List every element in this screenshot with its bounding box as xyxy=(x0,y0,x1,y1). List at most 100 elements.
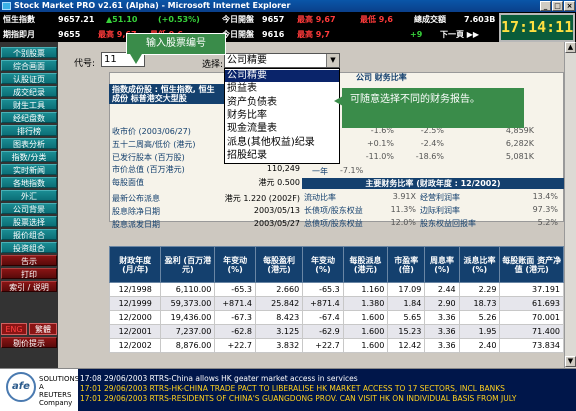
sidebar-item[interactable]: 各地指数 xyxy=(1,177,57,188)
sidebar-item[interactable]: 投资组合 xyxy=(1,242,57,253)
dropdown-option[interactable]: 资产负债表 xyxy=(225,97,339,109)
ratio-label: 长债项/股东权益 xyxy=(304,206,363,215)
sidebar-item[interactable]: 股票选择 xyxy=(1,216,57,227)
table-cell: 3.832 xyxy=(254,338,304,353)
table-header-cell: 周息率 (%) xyxy=(424,246,460,283)
vertical-scrollbar[interactable]: ▲ ▼ xyxy=(564,42,576,368)
sidebar-item[interactable]: 经纪盘数 xyxy=(1,112,57,123)
next-page-button[interactable]: 下一頁 ▶▶ xyxy=(440,27,479,42)
hsi-label: 恒生指數 xyxy=(3,15,35,24)
callout-select-report: 可随意选择不同的财务报告。 xyxy=(342,88,524,128)
chevron-down-icon[interactable]: ▼ xyxy=(326,54,339,67)
sidebar-item[interactable]: 指数/分类 xyxy=(1,151,57,162)
lang-tc-button[interactable]: 繁體 xyxy=(29,323,57,335)
sidebar-item[interactable]: 图表分析 xyxy=(1,138,57,149)
sidebar-item[interactable]: 告示 xyxy=(1,255,57,266)
table-cell: 12/2000 xyxy=(108,310,162,325)
table-cell: 3.36 xyxy=(424,310,460,325)
futures-change: +9 xyxy=(410,30,423,39)
dropdown-option[interactable]: 损益表 xyxy=(225,83,339,95)
table-header-cell: 每股账面 资产净值 (港元) xyxy=(499,246,564,283)
window-title: Stock Market PRO v2.61 (Alpha) - Microso… xyxy=(14,1,291,10)
sidebar-item[interactable]: 报价组合 xyxy=(1,229,57,240)
sidebar-item[interactable]: 成交纪录 xyxy=(1,86,57,97)
news-headline[interactable]: 17:01 29/06/2003 RTRS-RESIDENTS OF CHINA… xyxy=(80,394,576,404)
sidebar-item[interactable]: 实时新闻 xyxy=(1,164,57,175)
table-cell: 73.834 xyxy=(499,338,564,353)
range-value: -11.0% xyxy=(365,152,394,161)
report-select[interactable]: 公司精要 ▼ xyxy=(224,53,340,68)
maximize-button[interactable]: □ xyxy=(552,1,563,11)
dropdown-option[interactable]: 派息(其他权益)纪录 xyxy=(225,137,339,149)
table-cell: -62.8 xyxy=(214,324,256,339)
ratio-label: 股东权益回报率 xyxy=(420,219,476,228)
sidebar-item[interactable]: 认股证页 xyxy=(1,73,57,84)
sidebar-item[interactable]: 公司背景 xyxy=(1,203,57,214)
price-alert-button[interactable]: 剔价提示 xyxy=(1,337,57,348)
table-cell: 25.842 xyxy=(254,296,304,311)
low-value: 最低 9,6 xyxy=(360,15,393,24)
sidebar-item[interactable]: 排行榜 xyxy=(1,125,57,136)
scroll-down-icon[interactable]: ▼ xyxy=(565,356,576,367)
table-cell: 1.84 xyxy=(387,296,426,311)
table-cell: 17.09 xyxy=(387,282,426,297)
high-value: 最高 9,67 xyxy=(297,15,336,24)
table-row: 12/1999 59,373.00 +871.4 25.842 +871.4 1.380 1… xyxy=(108,296,564,311)
news-headline[interactable]: 17:01 29/06/2003 RTRS-HK-CHINA TRADE PAC… xyxy=(80,384,576,394)
table-cell: +22.7 xyxy=(302,338,344,353)
sidebar-item[interactable]: 综合画面 xyxy=(1,60,57,71)
report-dropdown[interactable]: 公司精要 损益表资产负债表 财务比率 现金流量表派息(其他权益)纪录 招股纪录 xyxy=(224,68,340,164)
range-value: -2.4% xyxy=(420,139,444,148)
table-cell: 7,237.00 xyxy=(160,324,216,339)
table-cell: -67.4 xyxy=(302,310,344,325)
table-cell: 15.23 xyxy=(387,324,426,339)
futures-label: 期指即月 xyxy=(3,30,35,39)
sidebar-item[interactable]: 财生工具 xyxy=(1,99,57,110)
table-header-cell: 财政年度 (月/年) xyxy=(108,246,162,283)
window-title-bar: Stock Market PRO v2.61 (Alpha) - Microso… xyxy=(0,0,576,12)
sidebar-item[interactable]: 打印 xyxy=(1,268,57,279)
table-cell: 61.693 xyxy=(499,296,564,311)
table-header-cell: 派息比率 (%) xyxy=(458,246,501,283)
minimize-button[interactable]: _ xyxy=(540,1,551,11)
period-value: -7.1% xyxy=(340,166,364,175)
table-cell: +22.7 xyxy=(214,338,256,353)
info-label: 每股面值 xyxy=(112,178,144,187)
table-cell: 8,876.00 xyxy=(160,338,216,353)
scroll-up-icon[interactable]: ▲ xyxy=(565,42,576,53)
lang-en-button[interactable]: ENG xyxy=(1,323,27,335)
sidebar-item[interactable]: 外汇 xyxy=(1,190,57,201)
table-cell: 70.001 xyxy=(499,310,564,325)
close-button[interactable]: × xyxy=(564,1,575,11)
info-label: 股息派发日期 xyxy=(112,220,160,229)
table-cell: 1.380 xyxy=(342,296,389,311)
table-cell: 2.660 xyxy=(254,282,304,297)
sidebar-item[interactable]: 个别股票 xyxy=(1,47,57,58)
dropdown-option[interactable]: 公司精要 xyxy=(225,70,339,82)
table-cell: 3.36 xyxy=(424,338,460,353)
ratio-label: 边际利润率 xyxy=(420,206,460,215)
sidebar-item[interactable]: 索引 / 说明 xyxy=(1,281,57,292)
ratio-label: 总债项/股东权益 xyxy=(304,219,363,228)
logo-brand: A REUTERS Company xyxy=(39,383,73,407)
dropdown-option[interactable]: 财务比率 xyxy=(225,110,339,122)
dropdown-option[interactable]: 现金流量表 xyxy=(225,123,339,135)
table-cell: 12/1999 xyxy=(108,296,162,311)
company-index-header: 指数成份股 : 恒生指数, 恒生成份 标普港交大型股 xyxy=(109,84,224,104)
info-label: 五十二周高/低价 (港元) xyxy=(112,140,196,149)
table-cell: 12/2001 xyxy=(108,324,162,339)
table-cell: 3.125 xyxy=(254,324,304,339)
table-cell: 2.44 xyxy=(424,282,460,297)
table-cell: 5.65 xyxy=(387,310,426,325)
info-value: 2003/05/27 xyxy=(253,219,300,228)
info-label: 股息除净日期 xyxy=(112,207,160,216)
news-headline[interactable]: 17:08 29/06/2003 RTRS-China allows HK ge… xyxy=(80,374,576,384)
table-cell: 59,373.00 xyxy=(160,296,216,311)
open-value: 9657 xyxy=(262,15,285,24)
dropdown-option[interactable]: 招股纪录 xyxy=(225,150,339,162)
table-cell: 8.423 xyxy=(254,310,304,325)
table-header-cell: 每股盈利 (港元) xyxy=(254,246,304,283)
table-row: 12/1998 6,110.00 -65.3 2.660 -65.3 1.160 17.09… xyxy=(108,282,564,297)
financial-history-table: 财政年度 (月/年) 盈利 (百万港元) 年变动 (%) 每股盈利 (港元) 年变动 (… xyxy=(108,246,564,353)
table-cell: 19,436.00 xyxy=(160,310,216,325)
